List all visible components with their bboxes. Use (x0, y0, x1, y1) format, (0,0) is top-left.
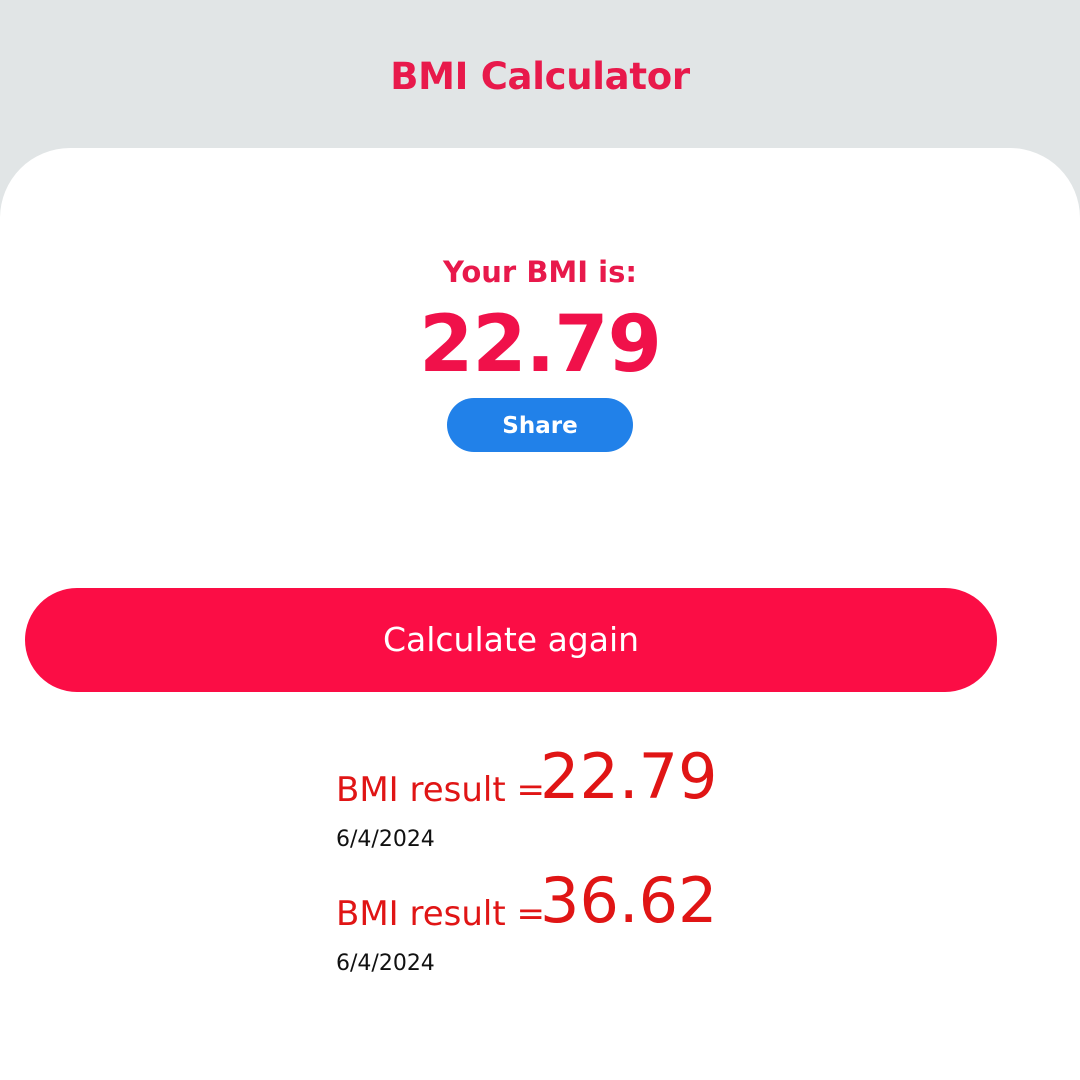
app-header: BMI Calculator (0, 0, 1080, 150)
calculate-again-button[interactable]: Calculate again (25, 588, 997, 692)
app-title: BMI Calculator (390, 55, 690, 98)
result-value: 22.79 (540, 740, 718, 813)
result-date: 6/4/2024 (336, 827, 435, 852)
bmi-label: Your BMI is: (443, 255, 637, 289)
result-line: BMI result = 22.79 (336, 740, 836, 818)
result-prefix: BMI result = (336, 894, 545, 934)
history-list: BMI result = 22.79 6/4/2024 BMI result =… (336, 740, 836, 980)
history-item: BMI result = 22.79 6/4/2024 (336, 740, 836, 856)
share-button[interactable]: Share (447, 398, 633, 452)
result-line: BMI result = 36.62 (336, 864, 836, 942)
history-item: BMI result = 36.62 6/4/2024 (336, 864, 836, 980)
result-prefix: BMI result = (336, 770, 545, 810)
result-date: 6/4/2024 (336, 951, 435, 976)
bmi-value: 22.79 (419, 300, 662, 390)
result-value: 36.62 (540, 864, 718, 937)
